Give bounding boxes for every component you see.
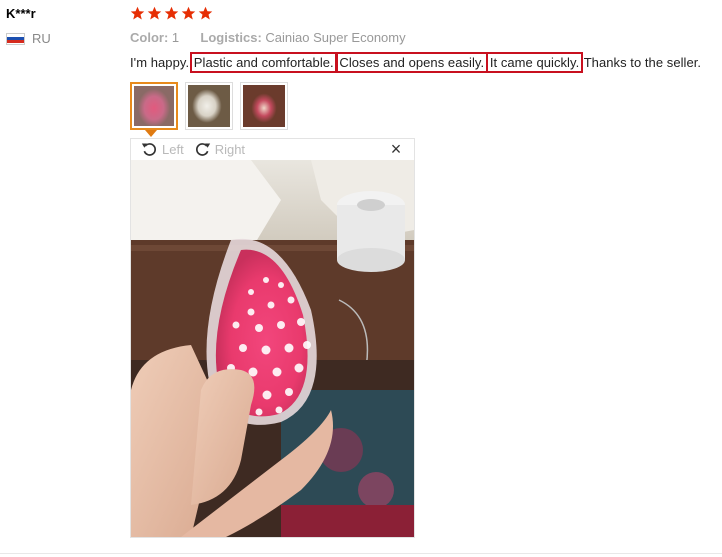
rotate-left-icon — [141, 143, 157, 156]
star-icon — [181, 6, 196, 20]
star-icon — [198, 6, 213, 20]
rotate-right-icon — [195, 143, 210, 156]
rotate-right-label: Right — [214, 142, 246, 157]
rotate-left-label: Left — [162, 142, 184, 157]
logistics-label: Logistics: — [200, 30, 262, 45]
thumbnail-3[interactable] — [240, 82, 288, 130]
viewer-toolbar: Left Right × — [131, 139, 414, 160]
reviewer-country: RU — [6, 31, 51, 46]
star-icon — [130, 6, 145, 20]
logistics-value: Cainiao Super Economy — [265, 30, 406, 45]
photo-thumbnails — [130, 82, 288, 130]
thumbnail-1[interactable] — [130, 82, 178, 130]
flag-ru-icon — [6, 32, 25, 45]
rotate-left-button[interactable]: Left — [141, 141, 184, 158]
reviewer-name: K***r — [6, 6, 36, 21]
country-code: RU — [32, 31, 51, 46]
star-icon — [164, 6, 179, 20]
active-thumbnail-indicator — [145, 130, 157, 137]
highlighted-phrase-3: It came quickly. — [485, 52, 584, 73]
star-icon — [147, 6, 162, 20]
review-text-outro: Thanks to the seller. — [583, 55, 702, 70]
color-label: Color: — [130, 30, 169, 45]
product-photo — [131, 160, 414, 537]
star-rating — [130, 6, 213, 21]
review-text: I'm happy. Plastic and comfortable. Clos… — [130, 52, 702, 73]
divider — [0, 553, 722, 554]
close-icon[interactable]: × — [388, 140, 404, 158]
rotate-right-button[interactable]: Right — [194, 141, 245, 158]
highlighted-phrase-2: Closes and opens easily. — [335, 52, 489, 73]
color-value: 1 — [171, 30, 180, 45]
photo-viewer: Left Right × — [130, 138, 415, 538]
highlighted-phrase-1: Plastic and comfortable. — [189, 52, 338, 73]
review-text-intro: I'm happy. — [130, 55, 190, 70]
thumbnail-2[interactable] — [185, 82, 233, 130]
order-info: Color: 1 Logistics: Cainiao Super Econom… — [130, 30, 406, 45]
